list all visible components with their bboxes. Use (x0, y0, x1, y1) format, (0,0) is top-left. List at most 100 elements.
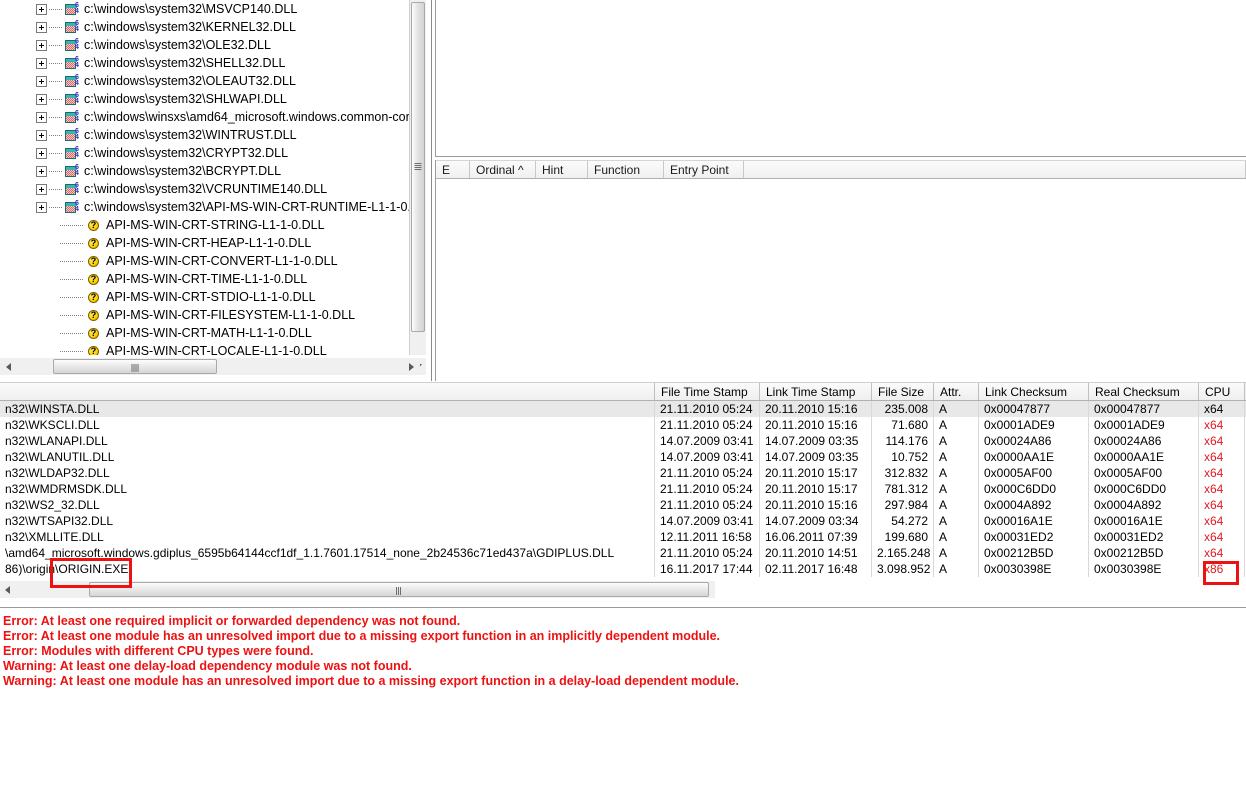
tree-item[interactable]: ? API-MS-WIN-CRT-TIME-L1-1-0.DLL (0, 270, 409, 288)
tree-item[interactable]: ? API-MS-WIN-CRT-FILESYSTEM-L1-1-0.DLL (0, 306, 409, 324)
module-horizontal-scrollbar[interactable] (0, 581, 715, 598)
module-64-icon: 64 (65, 56, 80, 70)
tree-item[interactable]: 6 4 c:\windows\system32\OLEAUT32.DLL (0, 72, 409, 90)
attr-cell: A (934, 481, 979, 497)
link-time-stamp-cell: 14.07.2009 03:34 (760, 513, 872, 529)
link-checksum-cell: 0x00016A1E (979, 513, 1089, 529)
expand-icon[interactable] (36, 111, 47, 123)
tree-hscroll-right-button[interactable] (403, 358, 420, 375)
module-table-row[interactable]: n32\WLDAP32.DLL 21.11.2010 05:24 20.11.201… (0, 465, 1246, 481)
tree-item[interactable]: 6 4 c:\windows\system32\SHELL32.DLL (0, 54, 409, 72)
real-checksum-cell: 0x0001ADE9 (1089, 417, 1199, 433)
tree-item-label: API-MS-WIN-CRT-STRING-L1-1-0.DLL (106, 218, 325, 232)
expand-icon[interactable] (36, 93, 47, 105)
module-list-rows[interactable]: n32\WINSTA.DLL 21.11.2010 05:24 20.11.2010… (0, 401, 1246, 577)
attr-cell: A (934, 401, 979, 417)
expand-icon[interactable] (36, 21, 47, 33)
tree-item-label: API-MS-WIN-CRT-FILESYSTEM-L1-1-0.DLL (106, 308, 356, 322)
expand-icon[interactable] (36, 39, 47, 51)
exports-column-header-cell[interactable]: E (436, 161, 470, 178)
expand-icon[interactable] (36, 75, 47, 87)
module-table-row[interactable]: n32\WTSAPI32.DLL 14.07.2009 03:41 14.07.20… (0, 513, 1246, 529)
tree-item[interactable]: 6 4 c:\windows\winsxs\amd64_microsoft.wind… (0, 108, 409, 126)
expand-icon[interactable] (36, 183, 47, 195)
exports-column-header[interactable]: E Ordinal ^ Hint Function Entry Point (436, 160, 1246, 179)
tree-item-label: c:\windows\system32\OLEAUT32.DLL (84, 74, 296, 88)
module-column-header-cell[interactable]: Real Checksum (1089, 383, 1199, 400)
module-table-row[interactable]: n32\WS2_32.DLL 21.11.2010 05:24 20.11.2010… (0, 497, 1246, 513)
module-table-row[interactable]: n32\WKSCLI.DLL 21.11.2010 05:24 20.11.2010… (0, 417, 1246, 433)
tree-hscroll-left-button[interactable] (0, 358, 17, 375)
module-table-row[interactable]: \amd64_microsoft.windows.gdiplus_6595b64… (0, 545, 1246, 561)
tree-item[interactable]: 6 4 c:\windows\system32\SHLWAPI.DLL (0, 90, 409, 108)
module-column-header-cell[interactable]: Attr. (934, 383, 979, 400)
module-tree-panel[interactable]: 6 4 c:\windows\system32\MSVCP140.DLL 6 4 c:\w… (0, 0, 432, 381)
tree-horizontal-scrollbar[interactable] (0, 358, 420, 375)
tree-item[interactable]: 6 4 c:\windows\system32\MSVCP140.DLL (0, 0, 409, 18)
exports-column-header-cell[interactable]: Hint (536, 161, 588, 178)
tree-hscroll-track[interactable] (17, 358, 403, 375)
tree-item[interactable]: 6 4 c:\windows\system32\API-MS-WIN-CRT-RUN… (0, 198, 409, 216)
module-hscroll-left-button[interactable] (0, 581, 14, 598)
module-column-header-cell[interactable]: File Time Stamp (655, 383, 760, 400)
expand-icon[interactable] (36, 57, 47, 69)
expand-icon[interactable] (36, 201, 47, 213)
tree-item[interactable]: 6 4 c:\windows\system32\BCRYPT.DLL (0, 162, 409, 180)
link-checksum-cell: 0x0005AF00 (979, 465, 1089, 481)
tree-item[interactable]: 6 4 c:\windows\system32\WINTRUST.DLL (0, 126, 409, 144)
module-table-row[interactable]: n32\WINSTA.DLL 21.11.2010 05:24 20.11.2010… (0, 401, 1246, 417)
module-table-row[interactable]: 86)\origin\ORIGIN.EXE 16.11.2017 17:44 02.… (0, 561, 1246, 577)
module-list-panel[interactable]: File Time Stamp Link Time Stamp File Size A… (0, 382, 1246, 604)
cpu-cell: x64 (1199, 417, 1245, 433)
module-column-header-cell[interactable]: Link Checksum (979, 383, 1089, 400)
real-checksum-cell: 0x00047877 (1089, 401, 1199, 417)
unknown-module-icon: ? (87, 345, 102, 355)
tree-item-label: c:\windows\system32\SHELL32.DLL (84, 56, 286, 70)
module-table-row[interactable]: n32\XMLLITE.DLL 12.11.2011 16:58 16.06.201… (0, 529, 1246, 545)
module-table-row[interactable]: n32\WLANUTIL.DLL 14.07.2009 03:41 14.07.20… (0, 449, 1246, 465)
tree-vscroll-thumb[interactable] (411, 2, 425, 332)
tree-item[interactable]: 6 4 c:\windows\system32\OLE32.DLL (0, 36, 409, 54)
cpu-cell: x64 (1199, 497, 1245, 513)
unknown-module-icon: ? (87, 219, 102, 232)
module-hscroll-thumb[interactable] (89, 582, 709, 597)
module-tree-list[interactable]: 6 4 c:\windows\system32\MSVCP140.DLL 6 4 c:\w… (0, 0, 409, 355)
log-panel[interactable]: Error: At least one required implicit or… (0, 607, 1246, 801)
tree-item[interactable]: 6 4 c:\windows\system32\VCRUNTIME140.DLL (0, 180, 409, 198)
tree-item[interactable]: ? API-MS-WIN-CRT-HEAP-L1-1-0.DLL (0, 234, 409, 252)
exports-column-header-cell[interactable]: Ordinal ^ (470, 161, 536, 178)
module-column-header-cell[interactable]: Link Time Stamp (760, 383, 872, 400)
tree-item[interactable]: ? API-MS-WIN-CRT-MATH-L1-1-0.DLL (0, 324, 409, 342)
module-column-header-cell[interactable]: CPU (1199, 383, 1245, 400)
tree-item[interactable]: ? API-MS-WIN-CRT-CONVERT-L1-1-0.DLL (0, 252, 409, 270)
tree-item[interactable]: ? API-MS-WIN-CRT-STRING-L1-1-0.DLL (0, 216, 409, 234)
parent-imports-panel[interactable] (435, 0, 1246, 157)
tree-vertical-scrollbar[interactable] (409, 0, 426, 375)
tree-item-label: c:\windows\system32\API-MS-WIN-CRT-RUNTI… (84, 200, 409, 214)
tree-item[interactable]: 6 4 c:\windows\system32\KERNEL32.DLL (0, 18, 409, 36)
expand-icon[interactable] (36, 129, 47, 141)
real-checksum-cell: 0x000C6DD0 (1089, 481, 1199, 497)
tree-item[interactable]: ? API-MS-WIN-CRT-STDIO-L1-1-0.DLL (0, 288, 409, 306)
expand-icon[interactable] (36, 165, 47, 177)
tree-connector (49, 8, 62, 10)
exports-panel[interactable]: E Ordinal ^ Hint Function Entry Point (435, 160, 1246, 381)
module-list-column-header[interactable]: File Time Stamp Link Time Stamp File Size A… (0, 382, 1246, 401)
exports-column-header-cell[interactable]: Function (588, 161, 664, 178)
tree-item[interactable]: 6 4 c:\windows\system32\CRYPT32.DLL (0, 144, 409, 162)
module-hscroll-track[interactable] (14, 581, 715, 598)
tree-item[interactable]: ? API-MS-WIN-CRT-LOCALE-L1-1-0.DLL (0, 342, 409, 355)
expand-icon[interactable] (36, 3, 47, 15)
module-64-icon: 64 (65, 146, 80, 160)
expand-icon[interactable] (36, 147, 47, 159)
tree-hscroll-thumb[interactable] (53, 359, 217, 374)
exports-column-header-cell[interactable]: Entry Point (664, 161, 744, 178)
module-table-row[interactable]: n32\WMDRMSDK.DLL 21.11.2010 05:24 20.11.20… (0, 481, 1246, 497)
module-column-header-cell[interactable]: File Size (872, 383, 934, 400)
module-name-column-header[interactable] (0, 383, 655, 400)
file-size-cell: 10.752 (872, 449, 934, 465)
attr-cell: A (934, 513, 979, 529)
tree-connector (49, 26, 62, 28)
tree-item-label: API-MS-WIN-CRT-LOCALE-L1-1-0.DLL (106, 344, 327, 355)
module-table-row[interactable]: n32\WLANAPI.DLL 14.07.2009 03:41 14.07.200… (0, 433, 1246, 449)
